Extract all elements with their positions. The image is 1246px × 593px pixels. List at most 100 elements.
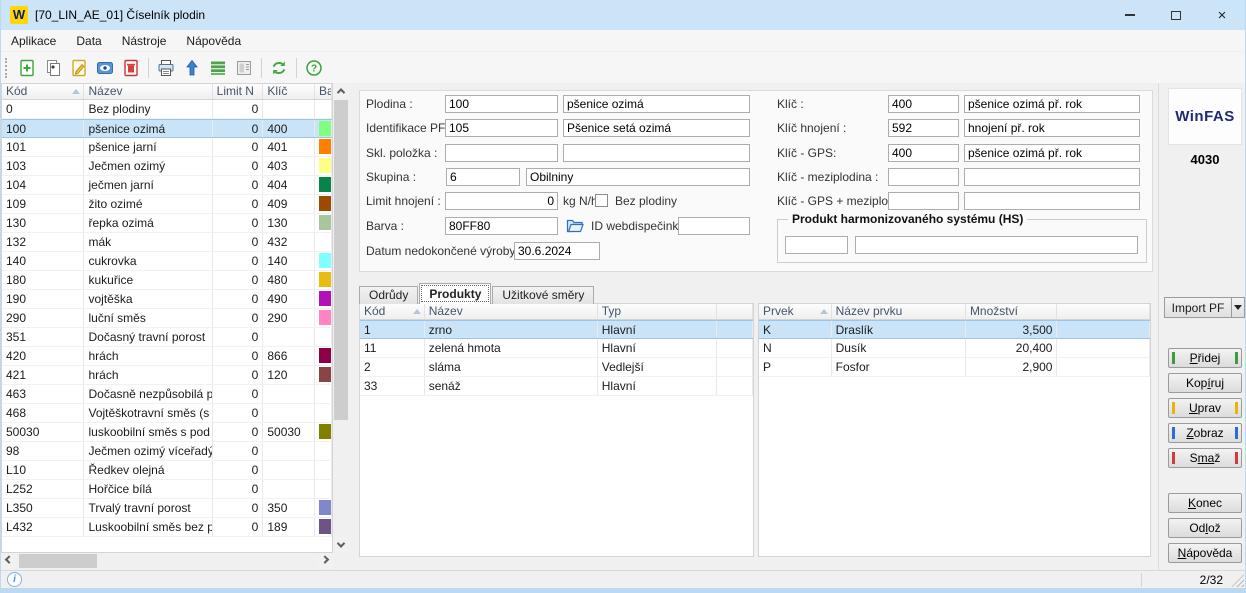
menu-item-1[interactable]: Data [66,30,111,52]
color-picker-folder-icon[interactable] [565,217,585,235]
column-header[interactable]: Množství [966,304,1058,319]
column-header[interactable]: Klíč [263,84,315,99]
maximize-button[interactable] [1153,0,1199,30]
toolbar-grip[interactable] [5,58,9,78]
barva-input[interactable] [445,217,558,235]
skl-polozka-name-input[interactable] [563,144,750,162]
export-button[interactable] [180,56,204,80]
table-row[interactable]: 109žito ozimé0409 [2,195,332,214]
napoveda-button[interactable]: Nápověda [1168,543,1242,563]
table-row[interactable]: L252Hořčice bílá0 [2,480,332,499]
table-row[interactable]: 190vojtěška0490 [2,290,332,309]
minimize-button[interactable] [1107,0,1153,30]
scroll-thumb[interactable] [19,554,97,568]
hs-code-input[interactable] [785,236,848,254]
menu-item-3[interactable]: Nápověda [176,30,251,52]
table-row[interactable]: 180kukuřice0480 [2,271,332,290]
klic-gps-name-input[interactable] [964,144,1140,162]
column-header[interactable]: Název [84,84,212,99]
table-row[interactable]: 101pšenice jarní0401 [2,138,332,157]
table-row[interactable]: L10Ředkev olejná0 [2,461,332,480]
import-pf-dropdown[interactable] [1232,297,1245,318]
table-row[interactable]: KDraslík3,500 [759,320,1150,339]
skupina-code-input[interactable] [446,168,520,186]
scroll-down-icon[interactable] [333,537,349,553]
klic-meziplodina-name-input[interactable] [964,168,1140,186]
scroll-up-icon[interactable] [333,83,349,99]
limit-hnojeni-input[interactable] [445,192,558,210]
table-row[interactable]: 420hrách0866 [2,347,332,366]
table-row[interactable]: 98Ječmen ozimý víceřadý0 [2,442,332,461]
table-row[interactable]: 132mák0432 [2,233,332,252]
klic-gps-meziplodina-code-input[interactable] [888,192,959,210]
refresh-button[interactable] [267,56,291,80]
column-header[interactable]: Kód [360,304,425,319]
tab-produkty[interactable]: Produkty [419,283,491,304]
smaz-button[interactable]: Smaž [1168,448,1242,468]
help-button[interactable]: ? [302,56,326,80]
table-row[interactable]: 130řepka ozimá0130 [2,214,332,233]
tab-odrudy[interactable]: Odrůdy [359,286,418,304]
uprav-button[interactable]: Uprav [1168,398,1242,418]
identifikace-pf-code-input[interactable] [445,119,558,137]
scroll-left-icon[interactable] [1,553,17,569]
skl-polozka-code-input[interactable] [445,144,558,162]
id-webdispecink-input[interactable] [678,217,750,235]
column-header[interactable]: Limit N [213,84,264,99]
datum-nedokoncene-vyroby-input[interactable] [514,242,600,260]
column-header[interactable] [1057,304,1150,319]
table-row[interactable]: 468Vojtěškotravní směs (s0 [2,404,332,423]
column-header[interactable]: Typ [598,304,717,319]
klic-code-input[interactable] [888,95,959,113]
klic-hnojeni-name-input[interactable] [964,119,1140,137]
crops-vertical-scrollbar[interactable] [333,83,349,553]
table-row[interactable]: 140cukrovka0140 [2,252,332,271]
table-row[interactable]: 103Ječmen ozimý0403 [2,157,332,176]
import-pf-button[interactable]: Import PF [1164,297,1232,318]
column-header[interactable]: Prvek [759,304,832,319]
klic-name-input[interactable] [964,95,1140,113]
plodina-code-input[interactable] [445,95,558,113]
klic-meziplodina-code-input[interactable] [888,168,959,186]
table-row[interactable]: 0Bez plodiny0 [2,100,332,119]
table-row[interactable]: PFosfor2,900 [759,358,1150,377]
table-row[interactable]: L350Trvalý travní porost0350 [2,499,332,518]
columns-button[interactable] [232,56,256,80]
klic-gps-code-input[interactable] [888,144,959,162]
table-row[interactable]: NDusík20,400 [759,339,1150,358]
scroll-thumb[interactable] [334,100,348,420]
klic-hnojeni-code-input[interactable] [888,119,959,137]
resize-grip[interactable] [1231,574,1244,587]
konec-button[interactable]: Konec [1168,493,1242,513]
column-header[interactable]: Kód [2,84,84,99]
skupina-name-input[interactable] [526,168,750,186]
klic-gps-meziplodina-name-input[interactable] [964,192,1140,210]
table-row[interactable]: 104ječmen jarní0404 [2,176,332,195]
table-row[interactable]: 290luční směs0290 [2,309,332,328]
bez-plodiny-checkbox[interactable] [595,194,608,207]
copy-record-button[interactable] [41,56,65,80]
table-row[interactable]: 421hrách0120 [2,366,332,385]
scroll-right-icon[interactable] [317,553,333,569]
menu-item-2[interactable]: Nástroje [112,30,177,52]
table-row[interactable]: 351Dočasný travní porost0 [2,328,332,347]
tab-uzitkove-smery[interactable]: Užitkové směry [492,286,594,304]
table-row[interactable]: 50030luskoobilní směs s pod050030 [2,423,332,442]
identifikace-pf-name-input[interactable] [563,119,750,137]
table-row[interactable]: 2slámaVedlejší [360,358,753,377]
menu-item-0[interactable]: Aplikace [1,30,66,52]
column-header[interactable]: Barva [315,84,332,99]
table-row[interactable]: 1zrnoHlavní [360,320,753,339]
odloz-button[interactable]: Odlož [1168,518,1242,538]
delete-record-button[interactable] [119,56,143,80]
table-row[interactable]: 463Dočasně nezpůsobilá p0 [2,385,332,404]
table-row[interactable]: L432Luskoobilní směs bez p0189 [2,518,332,537]
crops-horizontal-scrollbar[interactable] [1,553,333,569]
zobraz-button[interactable]: Zobraz [1168,423,1242,443]
new-record-button[interactable] [15,56,39,80]
list-button[interactable] [206,56,230,80]
column-header[interactable] [717,304,753,319]
print-button[interactable] [154,56,178,80]
table-row[interactable]: 100pšenice ozimá0400 [2,119,332,138]
close-button[interactable]: × [1199,0,1245,30]
